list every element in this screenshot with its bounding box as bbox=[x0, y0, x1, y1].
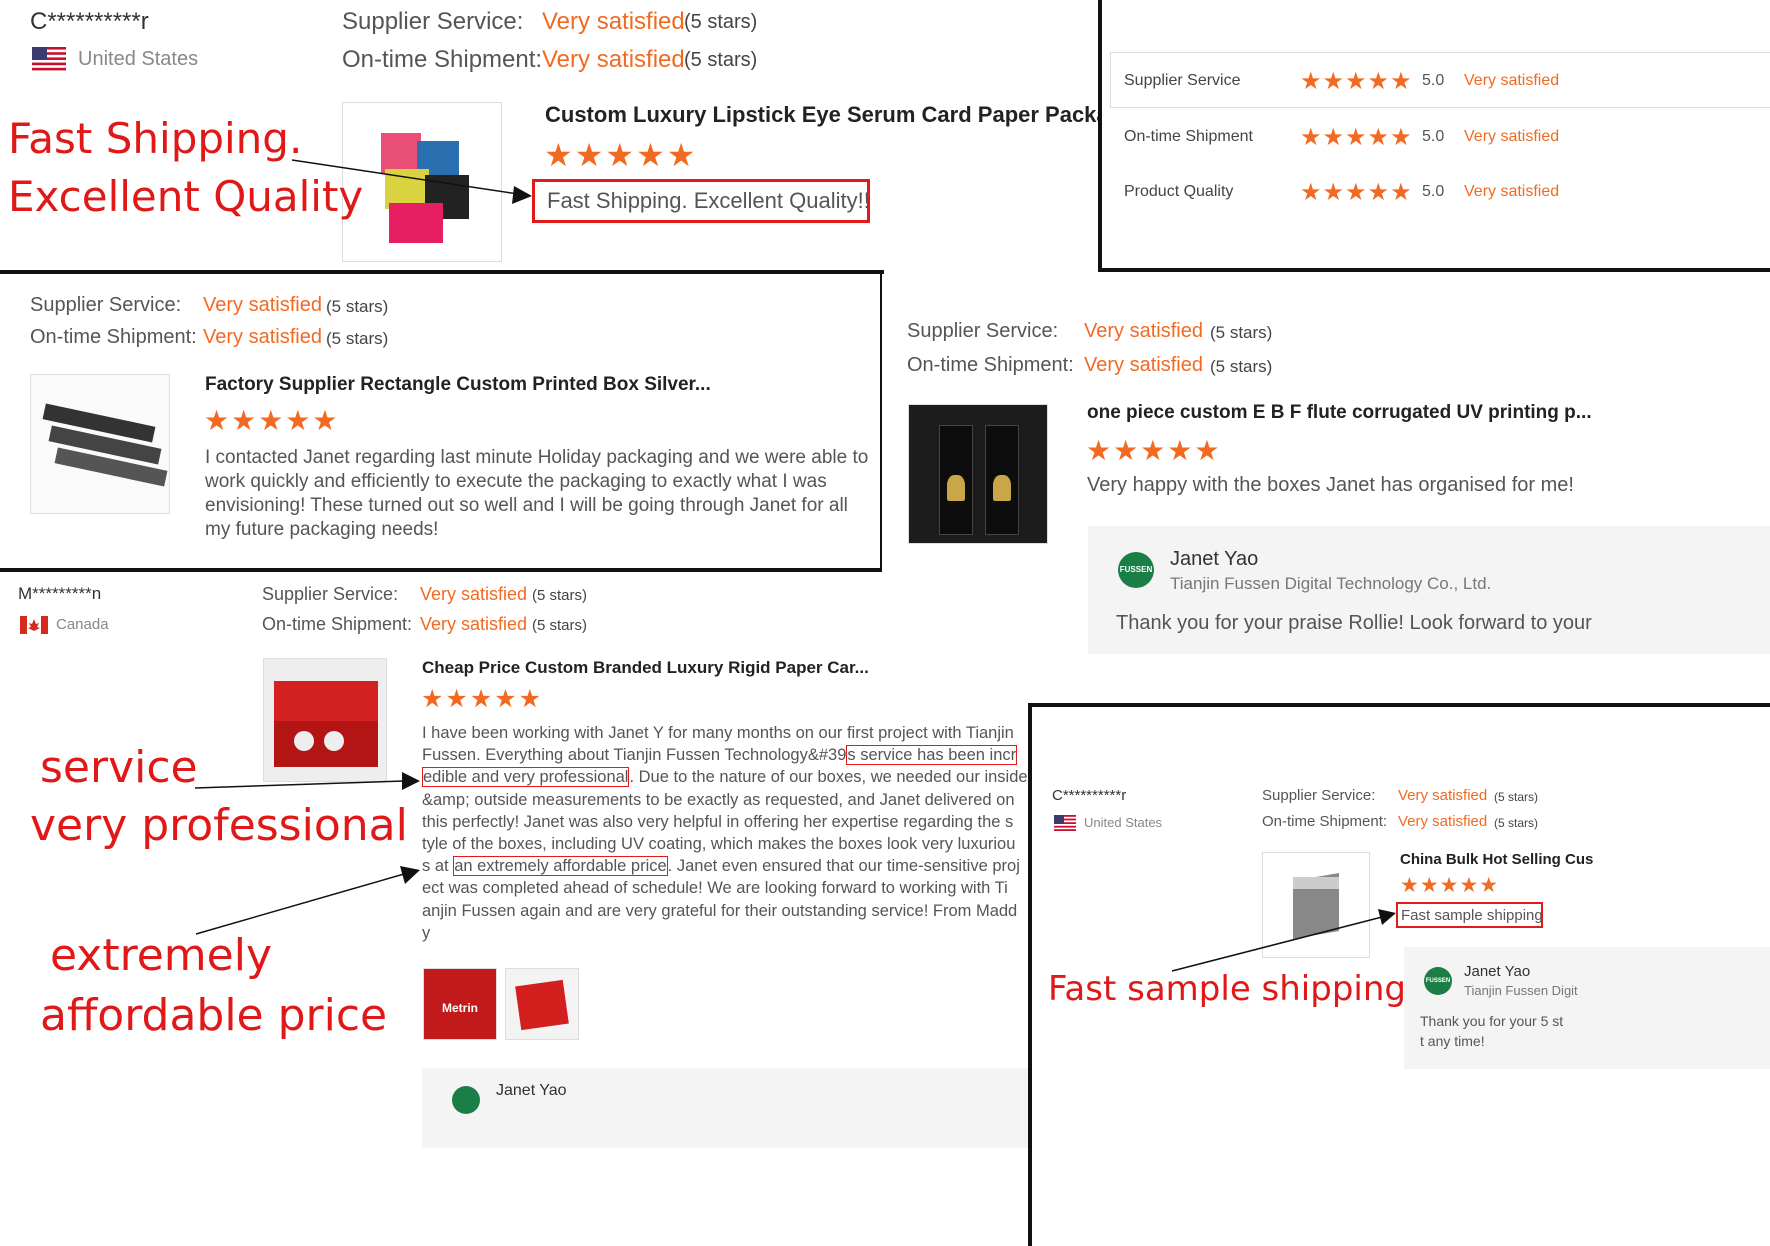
rating-label: On-time Shipment bbox=[1124, 128, 1253, 145]
shipment-label: On-time Shipment: bbox=[907, 354, 1074, 376]
shipment-label: On-time Shipment: bbox=[30, 326, 197, 348]
supplier-service-value: Very satisfied bbox=[1084, 320, 1203, 342]
annotation-arrow bbox=[291, 159, 532, 204]
review-card-5: M*********n Canada Supplier Service: Ver… bbox=[0, 572, 1030, 1246]
supplier-service-label: Supplier Service: bbox=[907, 320, 1059, 342]
supplier-service-label: Supplier Service: bbox=[30, 294, 182, 316]
annotation-arrows bbox=[194, 772, 420, 935]
review-card-6: C**********r United States Supplier Serv… bbox=[1028, 703, 1770, 1246]
rating-stars: ★★★★★ bbox=[1300, 124, 1413, 151]
supplier-service-value: Very satisfied bbox=[203, 294, 322, 316]
rating-value: Very satisfied bbox=[1464, 128, 1560, 145]
rating-stars: ★★★★★ bbox=[204, 405, 340, 436]
rating-score: 5.0 bbox=[1422, 128, 1445, 145]
review-text: I contacted Janet regarding last minute … bbox=[205, 447, 869, 540]
rating-summary-card: Supplier Service ★★★★★ 5.0 Very satisfie… bbox=[1098, 0, 1770, 272]
rating-stars: ★★★★★ bbox=[1086, 435, 1222, 466]
review-card-3: Supplier Service: Very satisfied (5 star… bbox=[0, 270, 884, 572]
rating-stars: ★★★★★ bbox=[1300, 179, 1413, 206]
rating-value: Very satisfied bbox=[1464, 183, 1560, 200]
rating-score: 5.0 bbox=[1422, 183, 1445, 200]
annotation-arrow bbox=[1171, 909, 1396, 972]
reply-name: Janet Yao bbox=[1170, 548, 1259, 570]
shipment-stars: (5 stars) bbox=[1210, 357, 1273, 376]
reply-text: Thank you for your praise Rollie! Look f… bbox=[1116, 612, 1592, 634]
product-image[interactable] bbox=[908, 404, 1048, 544]
shipment-stars: (5 stars) bbox=[326, 329, 389, 348]
rating-label: Supplier Service bbox=[1124, 72, 1241, 89]
shipment-value: Very satisfied bbox=[203, 326, 322, 348]
rating-label: Product Quality bbox=[1124, 183, 1234, 200]
supplier-service-stars: (5 stars) bbox=[326, 297, 389, 316]
product-image[interactable] bbox=[30, 374, 170, 514]
rating-score: 5.0 bbox=[1422, 72, 1445, 89]
product-title[interactable]: one piece custom E B F flute corrugated … bbox=[1087, 402, 1592, 424]
rating-value: Very satisfied bbox=[1464, 72, 1560, 89]
review-card-1: C**********r United States Supplier Serv… bbox=[0, 0, 1100, 270]
shipment-value: Very satisfied bbox=[1084, 354, 1203, 376]
fussen-logo-icon: FUSSEN bbox=[1118, 552, 1154, 588]
supplier-reply: FUSSEN Janet Yao Tianjin Fussen Digital … bbox=[1088, 526, 1770, 654]
reply-company: Tianjin Fussen Digital Technology Co., L… bbox=[1170, 574, 1492, 593]
supplier-service-stars: (5 stars) bbox=[1210, 323, 1273, 342]
review-text: Very happy with the boxes Janet has orga… bbox=[1087, 474, 1574, 496]
rating-stars: ★★★★★ bbox=[1300, 68, 1413, 95]
product-title[interactable]: Factory Supplier Rectangle Custom Printe… bbox=[205, 374, 711, 396]
